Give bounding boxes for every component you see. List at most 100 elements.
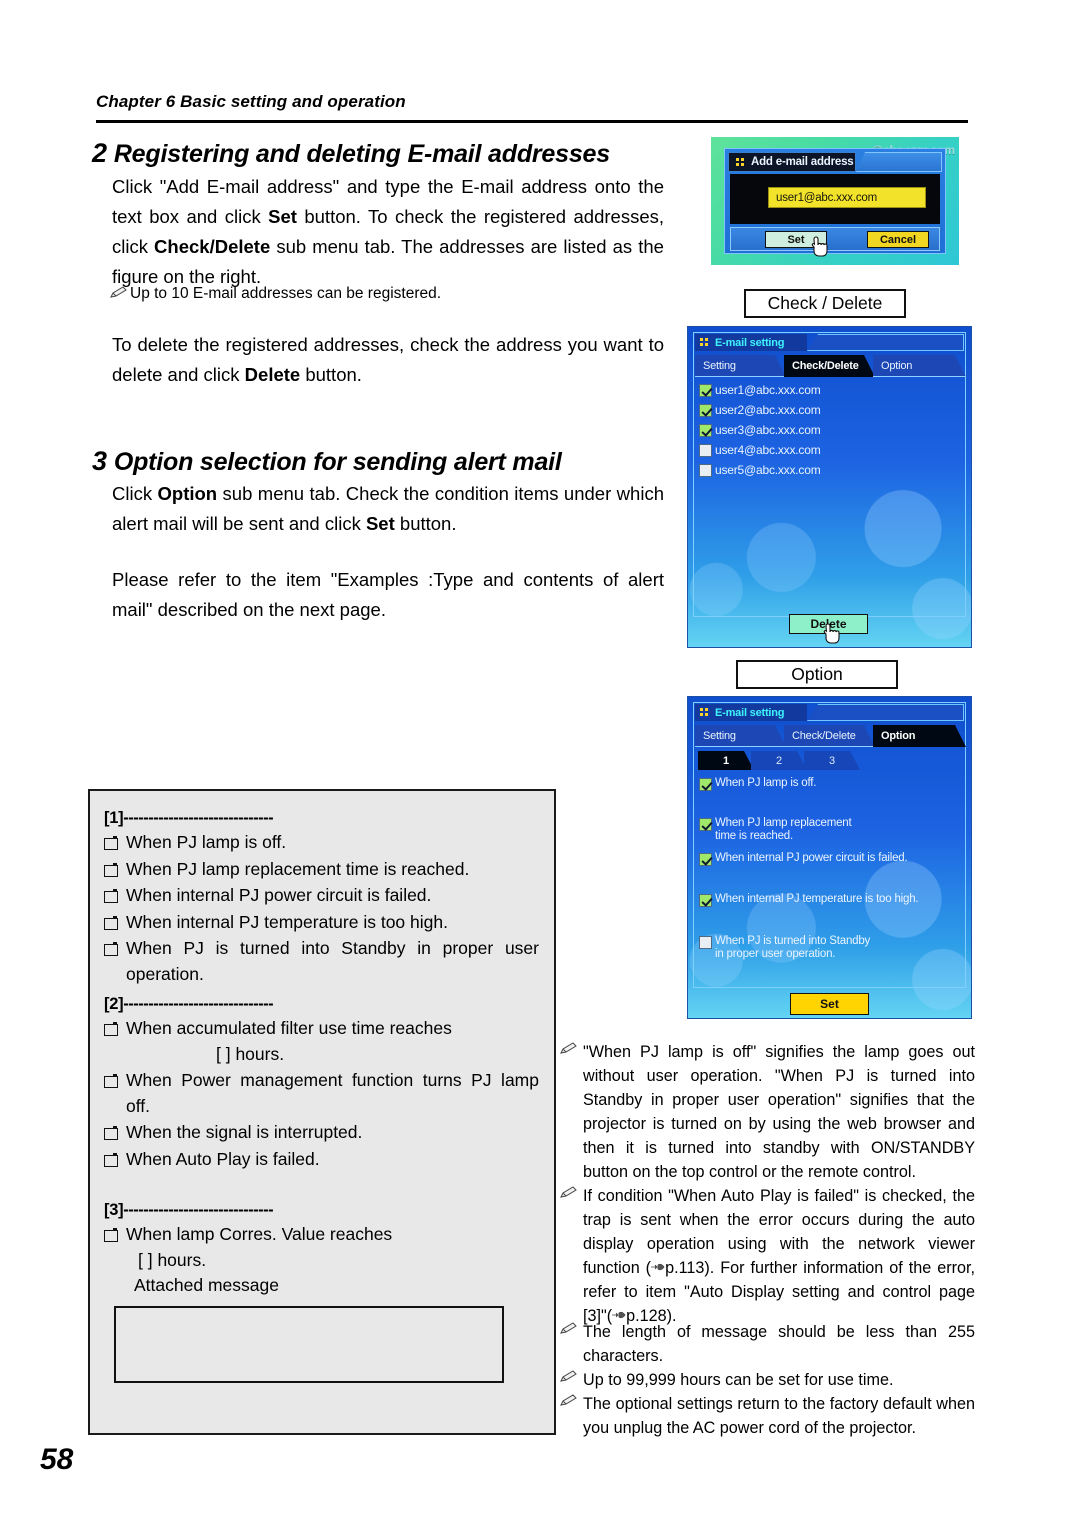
panel-title: E-mail setting — [695, 704, 807, 721]
checkbox-checked-icon[interactable] — [699, 403, 712, 417]
tab-check-delete[interactable]: Check/Delete — [784, 725, 875, 747]
condition-item-label: When lamp Corres. Value reaches — [126, 1224, 393, 1244]
checkbox-outline-icon — [104, 942, 118, 956]
pencil-icon — [560, 1394, 577, 1407]
page-number: 58 — [40, 1443, 74, 1476]
delete-button[interactable]: Delete — [789, 614, 868, 634]
tab-check-delete[interactable]: Check/Delete — [784, 355, 875, 377]
panel-tabs: Setting Check/Delete Option — [695, 725, 964, 747]
checkbox-outline-icon — [104, 1228, 118, 1242]
tab-setting[interactable]: Setting — [695, 355, 786, 377]
group-2-label: [2] — [104, 995, 124, 1013]
app-dots-icon — [700, 338, 709, 347]
checkbox-checked-icon[interactable] — [699, 853, 712, 866]
checkbox-checked-icon[interactable] — [699, 778, 712, 791]
chapter-number: Chapter 6 — [96, 92, 176, 111]
tab-option[interactable]: Option — [873, 725, 966, 747]
checkbox-checked-icon[interactable] — [699, 894, 712, 907]
address-row[interactable]: user2@abc.xxx.com — [699, 401, 821, 419]
subtab-3[interactable]: 3 — [804, 751, 860, 770]
dialog-body: user1@abc.xxx.com — [730, 174, 940, 224]
subtab-1[interactable]: 1 — [698, 751, 754, 770]
address-label: user2@abc.xxx.com — [715, 403, 821, 417]
group-3-label: [3] — [104, 1201, 124, 1219]
condition-item-label: When internal PJ temperature is too high… — [126, 911, 448, 932]
checkbox-checked-icon[interactable] — [699, 818, 712, 831]
address-row[interactable]: user4@abc.xxx.com — [699, 441, 821, 459]
pencil-icon — [110, 286, 127, 299]
condition-item-label: When Power management function turns PJ … — [126, 1070, 539, 1116]
checkbox-outline-icon — [104, 1152, 118, 1167]
panel-titlebar: E-mail setting — [695, 704, 964, 721]
section-3-number: 3 — [92, 446, 107, 476]
section-2-paragraph: Click "Add E-mail address" and type the … — [112, 176, 664, 287]
panel-tabs: Setting Check/Delete Option — [695, 355, 964, 377]
option-condition-row[interactable]: When internal PJ temperature is too high… — [699, 893, 959, 907]
condition-item-label: When PJ is turned into Standby in proper… — [126, 938, 539, 984]
panel-title-text: E-mail setting — [715, 336, 785, 349]
dialog-title-strip — [856, 152, 942, 172]
group-2-heading: [2]------------------------------ — [104, 993, 544, 1015]
option-condition-label: When PJ is turned into Standby in proper… — [715, 935, 871, 960]
dialog-titlebar: Add e-mail address — [728, 152, 856, 172]
chapter-title: Basic setting and operation — [180, 92, 406, 111]
right-note: "When PJ lamp is off" signifies the lamp… — [560, 1040, 975, 1184]
checkbox-checked-icon[interactable] — [699, 423, 712, 437]
option-condition-row[interactable]: When PJ is turned into Standby in proper… — [699, 935, 874, 961]
option-condition-row[interactable]: When PJ lamp replacement time is reached… — [699, 817, 859, 843]
section-3-title: 3 Option selection for sending alert mail — [92, 446, 562, 477]
subtab-3-label: 3 — [828, 754, 836, 767]
screenshot-check-delete-panel: E-mail setting Setting Check/Delete Opti… — [687, 326, 972, 648]
checkbox-outline-icon — [104, 915, 118, 930]
option-condition-row[interactable]: When internal PJ power circuit is failed… — [699, 852, 959, 866]
group-2-hours-line: [ ] hours. — [216, 1043, 285, 1064]
pencil-icon — [560, 1370, 577, 1383]
option-condition-label: When PJ lamp is off. — [715, 777, 817, 789]
email-address-input[interactable]: user1@abc.xxx.com — [768, 187, 926, 208]
subtab-2[interactable]: 2 — [751, 751, 807, 770]
right-note: The optional settings return to the fact… — [560, 1392, 975, 1440]
screenshot-option-panel: E-mail setting Setting Check/Delete Opti… — [687, 696, 972, 1019]
condition-item-label: When accumulated filter use time reaches — [126, 1018, 452, 1038]
group-3-dashes: ------------------------------ — [123, 1201, 274, 1219]
section-2-title: 2 Registering and deleting E-mail address… — [92, 138, 610, 169]
condition-item-label: When PJ lamp replacement time is reached… — [126, 858, 470, 879]
address-label: user3@abc.xxx.com — [715, 423, 821, 437]
checkbox-outline-icon — [104, 862, 118, 877]
panel-titlebar-strip — [807, 334, 964, 351]
pointing-hand-icon — [612, 1304, 626, 1319]
section-2-title-text: Registering and deleting E-mail addresse… — [113, 140, 610, 168]
right-note-text: "When PJ lamp is off" signifies the lamp… — [583, 1043, 975, 1181]
address-row[interactable]: user3@abc.xxx.com — [699, 421, 821, 439]
right-note: If condition "When Auto Play is failed" … — [560, 1184, 975, 1328]
panel-subtabs: 1 2 3 — [698, 751, 964, 770]
address-label: user1@abc.xxx.com — [715, 383, 821, 397]
tab-setting[interactable]: Setting — [695, 725, 786, 747]
dialog-cancel-button[interactable]: Cancel — [867, 231, 929, 248]
option-condition-label: When internal PJ temperature is too high… — [715, 893, 919, 905]
set-button[interactable]: Set — [790, 993, 869, 1015]
address-label: user5@abc.xxx.com — [715, 463, 821, 477]
condition-summary-box: [1]------------------------------ When P… — [88, 789, 556, 1435]
checkbox-checked-icon[interactable] — [699, 383, 712, 397]
section-3-paragraph: Click Option sub menu tab. Check the con… — [112, 483, 664, 534]
condition-item: When Power management function turns PJ … — [104, 1068, 539, 1119]
right-note-text: Up to 99,999 hours can be set for use ti… — [583, 1371, 894, 1389]
checkbox-unchecked-icon[interactable] — [699, 443, 712, 457]
condition-item: When internal PJ power circuit is failed… — [104, 883, 544, 909]
checkbox-unchecked-icon[interactable] — [699, 463, 712, 477]
right-note-text: The length of message should be less tha… — [583, 1323, 975, 1365]
section-2-number: 2 — [92, 138, 107, 168]
right-note-text: The optional settings return to the fact… — [583, 1395, 975, 1437]
panel-title-text: E-mail setting — [715, 706, 785, 719]
option-condition-row[interactable]: When PJ lamp is off. — [699, 777, 959, 791]
condition-item: When PJ lamp is off. — [104, 830, 544, 856]
address-row[interactable]: user5@abc.xxx.com — [699, 461, 821, 479]
address-row[interactable]: user1@abc.xxx.com — [699, 381, 821, 399]
attached-message-textarea[interactable] — [114, 1305, 504, 1383]
checkbox-unchecked-icon[interactable] — [699, 936, 712, 949]
tab-option[interactable]: Option — [873, 355, 966, 377]
group-2-dashes: ------------------------------ — [123, 995, 274, 1013]
dialog-set-button[interactable]: Set — [765, 231, 827, 248]
tab-check-delete-label: Check/Delete — [792, 360, 859, 372]
